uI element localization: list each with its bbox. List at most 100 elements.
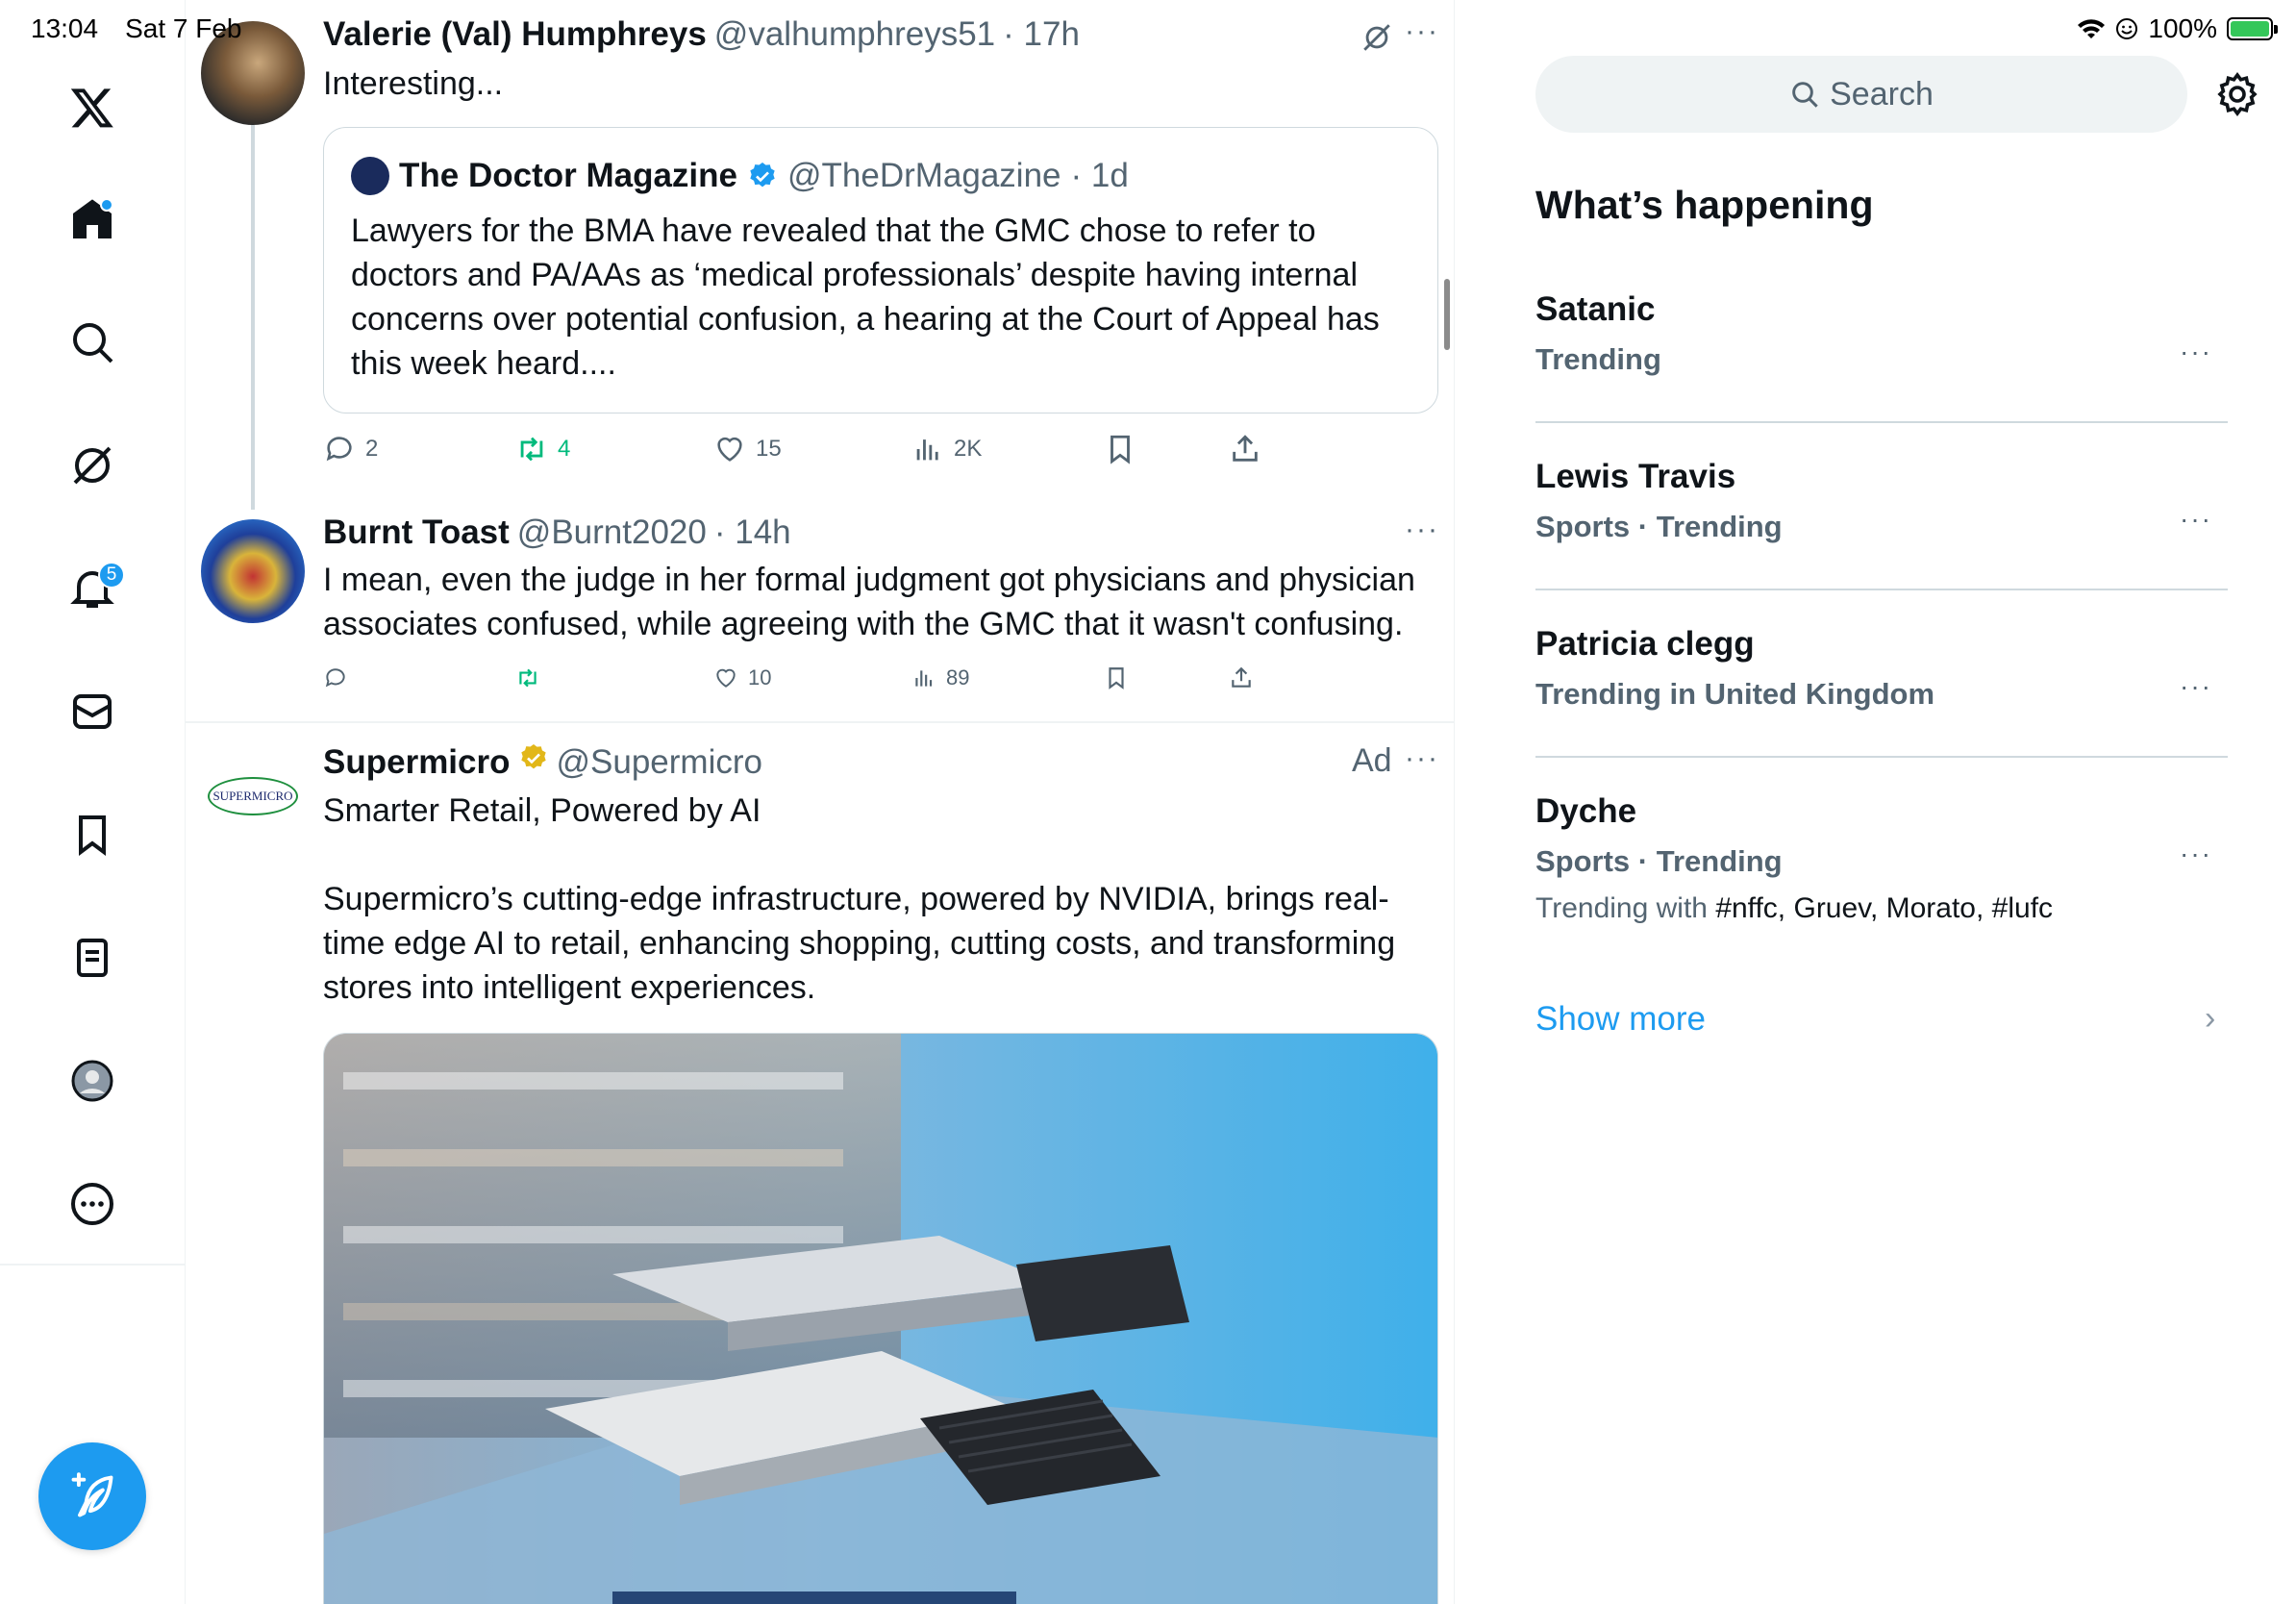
profile-avatar-icon[interactable] xyxy=(60,1048,125,1114)
x-logo-icon[interactable] xyxy=(60,75,125,140)
views-button[interactable]: 2K xyxy=(911,433,982,465)
trend-name: Lewis Travis xyxy=(1535,458,1736,495)
share-button[interactable] xyxy=(1229,665,1254,690)
tweet-header: Supermicro @Supermicro xyxy=(323,742,762,782)
trend-related-prefix: Trending with xyxy=(1535,892,1716,924)
search-input[interactable]: Search xyxy=(1535,56,2187,133)
tweet-text: Interesting... xyxy=(323,65,504,102)
battery-percent: 100% xyxy=(2148,13,2217,43)
reply-icon xyxy=(325,668,345,688)
views-chart-icon xyxy=(916,439,938,461)
quote-avatar xyxy=(351,157,389,195)
repost-button[interactable] xyxy=(515,665,540,690)
status-bar-left: 13:04 Sat 7 Feb xyxy=(31,13,241,44)
tweet-valerie[interactable]: Valerie (Val) Humphreys @valhumphreys51 … xyxy=(186,0,1454,510)
whats-happening-title: What’s happening xyxy=(1535,183,1874,227)
more-options-icon[interactable] xyxy=(60,1171,125,1237)
bookmark-icon xyxy=(1109,667,1124,689)
trend-more-icon[interactable]: ··· xyxy=(2180,671,2212,702)
reply-button[interactable]: 2 xyxy=(323,433,378,465)
trend-divider xyxy=(1535,421,2228,423)
reply-count: 2 xyxy=(365,436,379,462)
heart-icon xyxy=(717,437,742,462)
quote-time: · 1d xyxy=(1070,157,1129,194)
quote-handle: @TheDrMagazine xyxy=(786,157,1061,194)
avatar[interactable]: SUPERMICRO xyxy=(201,744,305,848)
trend-more-icon[interactable]: ··· xyxy=(2180,504,2212,535)
notifications-badge: 5 xyxy=(98,562,125,589)
tweet-supermicro-ad[interactable]: SUPERMICRO Supermicro @Supermicro Ad ···… xyxy=(186,723,1454,1604)
bookmarks-icon[interactable] xyxy=(60,802,125,867)
repost-icon xyxy=(520,437,543,462)
trend-item[interactable]: Dyche Sports · Trending ··· Trending wit… xyxy=(1535,792,2228,946)
tweet-text: Smarter Retail, Powered by AI Supermicro… xyxy=(323,792,1396,1006)
like-button[interactable]: 15 xyxy=(713,433,782,465)
heart-icon xyxy=(716,668,736,688)
ad-label: Ad xyxy=(1352,742,1392,779)
battery-icon xyxy=(2227,17,2278,40)
tweet-header: Burnt Toast @Burnt2020 · 14h xyxy=(323,514,791,552)
trend-related-tags[interactable]: #nffc, Gruev, Morato, #lufc xyxy=(1715,892,2053,924)
reply-button[interactable] xyxy=(323,665,348,690)
ad-media-image[interactable] xyxy=(323,1033,1438,1604)
share-button[interactable] xyxy=(1229,433,1261,465)
home-icon[interactable] xyxy=(60,187,125,252)
ad-servers-image xyxy=(324,1034,1437,1604)
trend-more-icon[interactable]: ··· xyxy=(2180,839,2212,869)
status-bar-right: 100% xyxy=(2077,13,2278,44)
quote-header: The Doctor Magazine @TheDrMagazine · 1d xyxy=(351,157,1129,195)
focus-face-icon xyxy=(2116,18,2138,39)
thread-line xyxy=(251,125,255,510)
author-handle[interactable]: @Burnt2020 xyxy=(517,514,707,552)
quoted-tweet[interactable]: The Doctor Magazine @TheDrMagazine · 1d … xyxy=(323,127,1438,414)
right-sidebar: Search What’s happening Satanic Trending… xyxy=(1455,0,2296,1604)
author-handle[interactable]: @Supermicro xyxy=(557,743,762,782)
lists-icon[interactable] xyxy=(60,925,125,990)
avatar[interactable] xyxy=(201,519,305,623)
more-menu-icon[interactable]: ··· xyxy=(1405,742,1439,775)
author-name[interactable]: Burnt Toast xyxy=(323,514,510,552)
notifications-bell-icon[interactable]: 5 xyxy=(60,556,125,621)
search-icon[interactable] xyxy=(60,310,125,375)
bookmark-button[interactable] xyxy=(1104,665,1129,690)
verified-gold-badge-icon xyxy=(520,744,546,769)
tweet-burnt-toast[interactable]: Burnt Toast @Burnt2020 · 14h ··· I mean,… xyxy=(186,500,1454,721)
scrollbar[interactable] xyxy=(1444,279,1450,350)
author-name[interactable]: Valerie (Val) Humphreys xyxy=(323,15,707,54)
chevron-right-icon[interactable]: › xyxy=(2205,1000,2215,1038)
grok-icon[interactable] xyxy=(1360,21,1393,54)
trend-more-icon[interactable]: ··· xyxy=(2180,337,2212,367)
search-icon xyxy=(1792,82,1818,108)
author-handle[interactable]: @valhumphreys51 xyxy=(714,15,995,54)
tweet-header: Valerie (Val) Humphreys @valhumphreys51 … xyxy=(323,15,1080,54)
repost-icon xyxy=(519,668,537,688)
left-nav: 5 xyxy=(0,0,186,1604)
tweet-time[interactable]: · 17h xyxy=(1003,15,1080,54)
trend-divider xyxy=(1535,589,2228,590)
messages-icon[interactable] xyxy=(60,679,125,744)
trend-meta: Trending xyxy=(1535,342,1661,376)
quote-text: Lawyers for the BMA have revealed that t… xyxy=(351,213,1380,382)
trend-meta: Sports · Trending xyxy=(1535,510,1783,543)
trend-item[interactable]: Lewis Travis Sports · Trending ··· xyxy=(1535,458,2228,564)
bookmark-button[interactable] xyxy=(1104,433,1136,465)
show-more-link[interactable]: Show more xyxy=(1535,1000,1706,1039)
trend-item[interactable]: Satanic Trending ··· xyxy=(1535,290,2228,396)
settings-gear-icon[interactable] xyxy=(2214,71,2260,117)
grok-icon[interactable] xyxy=(60,433,125,498)
like-count: 15 xyxy=(756,436,782,462)
compose-post-button[interactable] xyxy=(38,1442,146,1550)
share-icon xyxy=(1233,435,1258,462)
more-menu-icon[interactable]: ··· xyxy=(1405,15,1439,48)
status-date: Sat 7 Feb xyxy=(125,13,242,43)
repost-count: 4 xyxy=(558,436,571,462)
views-button[interactable]: 89 xyxy=(911,665,969,690)
trend-related: Trending with #nffc, Gruev, Morato, #luf… xyxy=(1535,892,2053,925)
repost-button[interactable]: 4 xyxy=(515,433,570,465)
tweet-time[interactable]: · 14h xyxy=(714,514,791,552)
author-name[interactable]: Supermicro xyxy=(323,743,511,782)
compose-feather-icon xyxy=(71,1472,113,1517)
more-menu-icon[interactable]: ··· xyxy=(1405,514,1439,546)
trend-item[interactable]: Patricia clegg Trending in United Kingdo… xyxy=(1535,625,2228,731)
like-button[interactable]: 10 xyxy=(713,665,771,690)
